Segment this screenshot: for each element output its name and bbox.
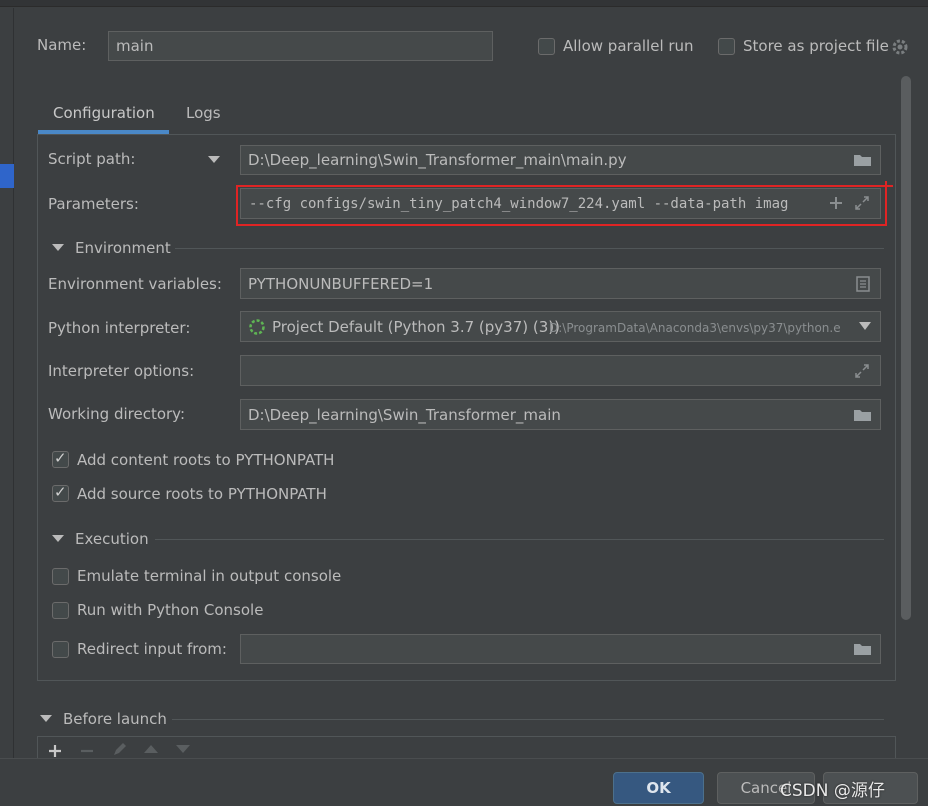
script-path-dropdown-icon[interactable] bbox=[208, 156, 220, 163]
redirect-input-checkbox[interactable] bbox=[52, 641, 69, 658]
add-content-roots-label: Add content roots to PYTHONPATH bbox=[77, 451, 335, 469]
name-input[interactable]: main bbox=[108, 31, 493, 61]
environment-separator bbox=[175, 248, 884, 249]
parameters-highlight-box bbox=[236, 185, 887, 226]
emulate-terminal-label: Emulate terminal in output console bbox=[77, 567, 342, 585]
add-source-roots-checkbox[interactable]: ✓ bbox=[52, 483, 69, 502]
folder-icon[interactable] bbox=[853, 408, 872, 422]
name-label: Name: bbox=[37, 36, 87, 54]
watermark-text: CSDN @源仔 bbox=[780, 781, 885, 801]
before-launch-collapse-icon[interactable] bbox=[40, 715, 52, 722]
spinner-icon bbox=[249, 319, 265, 335]
left-tree-strip bbox=[0, 8, 14, 758]
interpreter-options-input[interactable] bbox=[240, 355, 881, 386]
highlight-marker-horizontal bbox=[879, 185, 893, 187]
python-interpreter-path: D:\ProgramData\Anaconda3\envs\py37\pytho… bbox=[549, 321, 841, 335]
add-source-roots-label: Add source roots to PYTHONPATH bbox=[77, 485, 327, 503]
minus-icon[interactable] bbox=[80, 744, 94, 758]
before-launch-separator bbox=[172, 719, 884, 720]
run-python-console-label: Run with Python Console bbox=[77, 601, 264, 619]
settings-gear-icon[interactable] bbox=[891, 38, 909, 56]
tab-logs[interactable]: Logs bbox=[186, 104, 221, 122]
script-path-label: Script path: bbox=[48, 150, 136, 168]
working-directory-input[interactable]: D:\Deep_learning\Swin_Transformer_main bbox=[240, 399, 881, 430]
python-interpreter-label: Python interpreter: bbox=[48, 319, 191, 337]
vertical-scrollbar[interactable] bbox=[901, 76, 911, 620]
name-value: main bbox=[116, 37, 154, 55]
parameters-label: Parameters: bbox=[48, 195, 139, 213]
highlight-marker-vertical bbox=[885, 181, 887, 199]
environment-collapse-icon[interactable] bbox=[52, 244, 64, 251]
store-project-file-label: Store as project file bbox=[743, 37, 889, 55]
before-launch-section-title: Before launch bbox=[63, 710, 167, 728]
edit-pencil-icon[interactable] bbox=[112, 741, 128, 757]
env-vars-value: PYTHONUNBUFFERED=1 bbox=[248, 274, 434, 293]
store-project-file-checkbox[interactable] bbox=[718, 38, 735, 55]
move-up-icon[interactable] bbox=[144, 744, 158, 754]
redirect-input-label: Redirect input from: bbox=[77, 640, 227, 658]
redirect-input-field[interactable] bbox=[240, 634, 881, 664]
window-top-border bbox=[0, 0, 928, 7]
execution-collapse-icon[interactable] bbox=[52, 535, 64, 542]
allow-parallel-label: Allow parallel run bbox=[563, 37, 694, 55]
run-python-console-checkbox[interactable] bbox=[52, 602, 69, 619]
env-vars-input[interactable]: PYTHONUNBUFFERED=1 bbox=[240, 268, 881, 299]
folder-icon[interactable] bbox=[853, 642, 872, 656]
chevron-down-icon[interactable] bbox=[859, 322, 871, 331]
emulate-terminal-checkbox[interactable] bbox=[52, 568, 69, 585]
execution-separator bbox=[155, 539, 884, 540]
python-interpreter-select[interactable]: Project Default (Python 3.7 (py37) (3)) … bbox=[240, 311, 881, 342]
working-directory-label: Working directory: bbox=[48, 405, 186, 423]
ok-button[interactable]: OK bbox=[613, 772, 704, 804]
python-interpreter-value: Project Default (Python 3.7 (py37) (3)) bbox=[272, 318, 560, 336]
working-directory-value: D:\Deep_learning\Swin_Transformer_main bbox=[248, 405, 561, 424]
tab-configuration[interactable]: Configuration bbox=[53, 104, 155, 122]
add-content-roots-checkbox[interactable]: ✓ bbox=[52, 449, 69, 468]
interpreter-options-label: Interpreter options: bbox=[48, 362, 195, 380]
execution-section-title: Execution bbox=[75, 530, 149, 548]
allow-parallel-checkbox[interactable] bbox=[538, 38, 555, 55]
script-path-input[interactable]: D:\Deep_learning\Swin_Transformer_main\m… bbox=[240, 145, 881, 175]
left-tree-selection bbox=[0, 164, 14, 188]
expand-icon[interactable] bbox=[854, 363, 870, 379]
folder-icon[interactable] bbox=[853, 153, 872, 167]
plus-icon[interactable] bbox=[48, 744, 62, 758]
script-path-value: D:\Deep_learning\Swin_Transformer_main\m… bbox=[248, 151, 627, 169]
move-down-icon[interactable] bbox=[176, 744, 190, 754]
env-vars-label: Environment variables: bbox=[48, 275, 222, 293]
environment-section-title: Environment bbox=[75, 239, 171, 257]
document-icon[interactable] bbox=[856, 276, 870, 292]
